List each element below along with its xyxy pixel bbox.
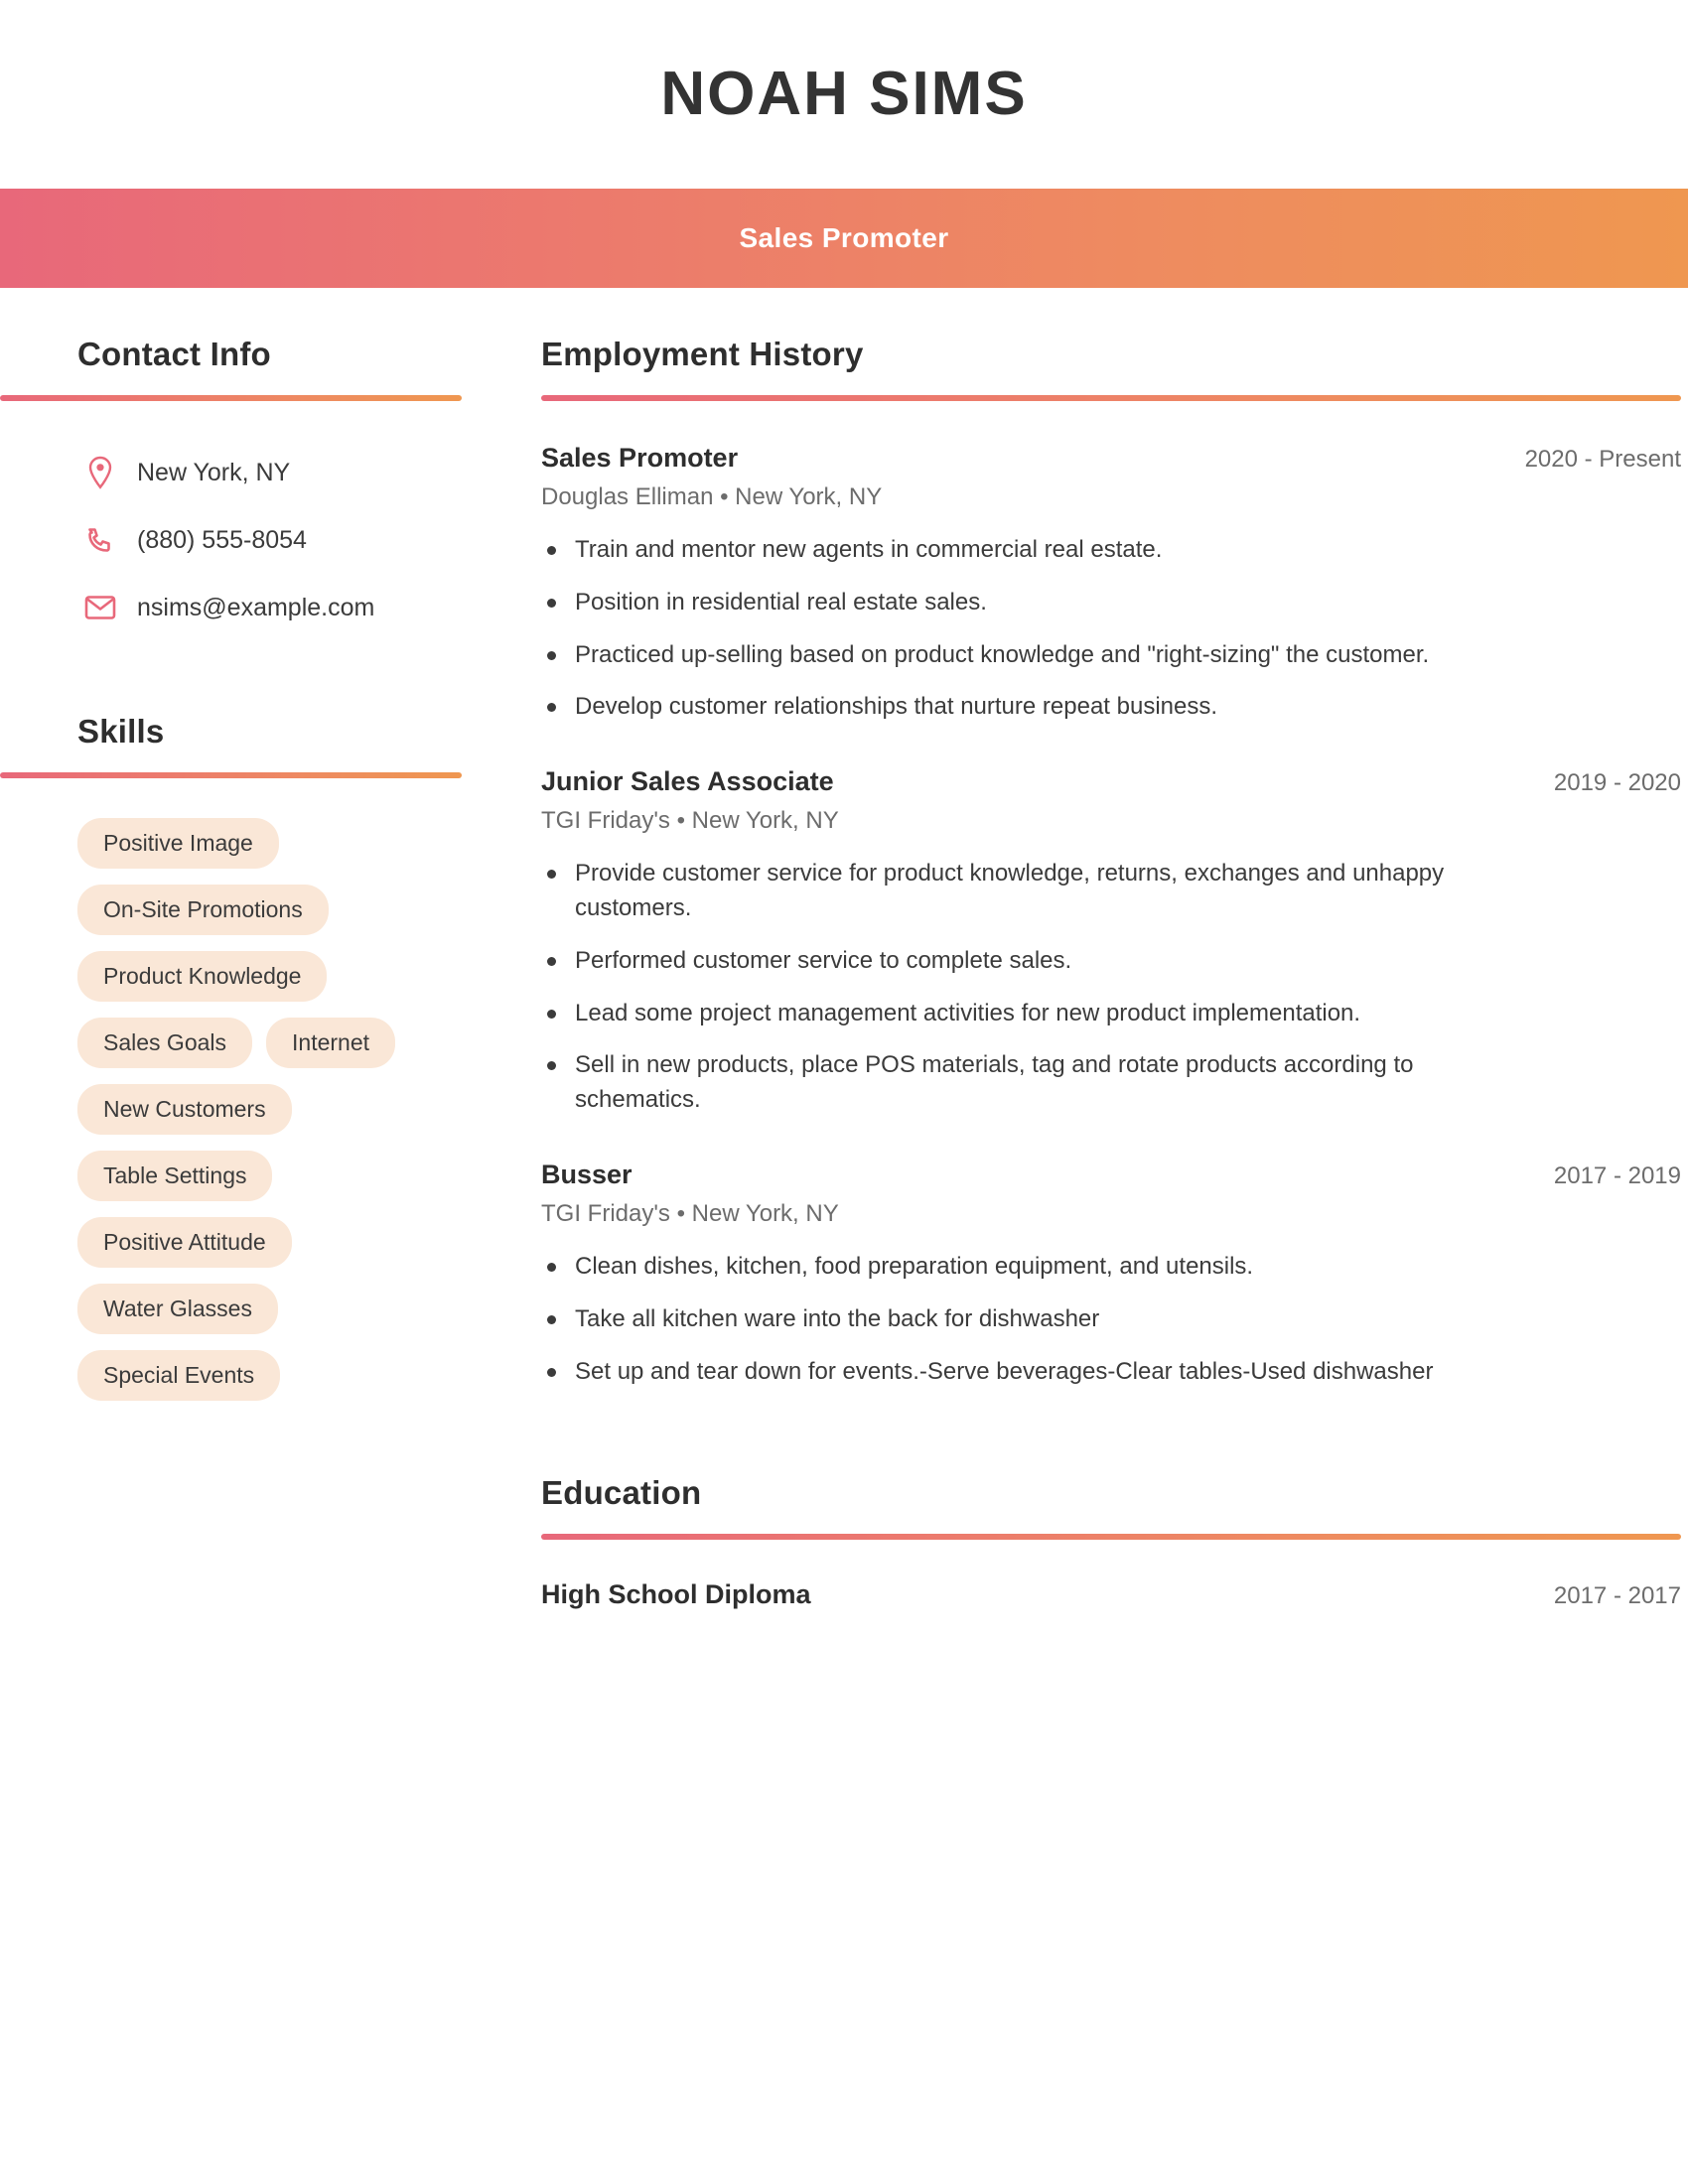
candidate-job-title: Sales Promoter: [739, 222, 949, 253]
job-dates: 2020 - Present: [1524, 446, 1681, 473]
job-dates: 2017 - 2019: [1553, 1161, 1681, 1189]
contact-location-value: New York, NY: [137, 458, 291, 486]
job-title-band: Sales Promoter: [0, 189, 1688, 288]
job-role: Junior Sales Associate: [541, 766, 834, 797]
job-header: Busser 2017 - 2019: [541, 1160, 1681, 1190]
education-degree: High School Diploma: [541, 1579, 811, 1610]
skill-tag: Water Glasses: [77, 1284, 278, 1335]
job-bullet: Lead some project management activities …: [541, 997, 1544, 1031]
job-bullet: Performed customer service to complete s…: [541, 944, 1544, 979]
skill-tag: Sales Goals: [77, 1018, 253, 1069]
main-column: Employment History Sales Promoter 2020 -…: [541, 336, 1688, 1610]
skill-tag: On-Site Promotions: [77, 885, 329, 936]
contact-phone-value: (880) 555-8054: [137, 525, 307, 554]
job-company-location: Douglas Elliman • New York, NY: [541, 483, 883, 510]
contact-info-heading: Contact Info: [77, 336, 271, 372]
job-entry: Sales Promoter 2020 - Present Douglas El…: [541, 443, 1681, 725]
contact-info-divider: [0, 395, 462, 401]
job-header: Sales Promoter 2020 - Present: [541, 443, 1681, 474]
job-bullet: Provide customer service for product kno…: [541, 857, 1544, 926]
job-bullet: Develop customer relationships that nurt…: [541, 690, 1544, 725]
contact-item-location: New York, NY: [77, 439, 541, 506]
resume-page: NOAH SIMS Sales Promoter Contact Info Ne…: [0, 0, 1688, 2184]
job-bullet: Position in residential real estate sale…: [541, 586, 1544, 620]
job-role: Busser: [541, 1159, 633, 1189]
sidebar: Contact Info New York, NY (880) 555-8054…: [0, 336, 541, 1402]
skills-section: Skills Positive Image On-Site Promotions…: [0, 713, 541, 1402]
job-entry: Busser 2017 - 2019 TGI Friday's • New Yo…: [541, 1160, 1681, 1389]
education-dates: 2017 - 2017: [1553, 1582, 1681, 1610]
job-company-location: TGI Friday's • New York, NY: [541, 807, 839, 835]
envelope-icon: [77, 595, 123, 620]
job-bullet-list: Provide customer service for product kno…: [541, 857, 1681, 1118]
employment-history-divider: [541, 395, 1681, 401]
job-bullet-list: Clean dishes, kitchen, food preparation …: [541, 1250, 1681, 1389]
job-bullet-list: Train and mentor new agents in commercia…: [541, 533, 1681, 725]
skill-tag: Special Events: [77, 1350, 281, 1402]
skill-tag-list: Positive Image On-Site Promotions Produc…: [77, 818, 494, 1402]
job-bullet: Sell in new products, place POS material…: [541, 1048, 1544, 1118]
skill-tag: New Customers: [77, 1084, 292, 1136]
resume-body: Contact Info New York, NY (880) 555-8054…: [0, 288, 1688, 1610]
contact-email-value: nsims@example.com: [137, 593, 375, 621]
employment-history-section: Employment History Sales Promoter 2020 -…: [541, 336, 1681, 1389]
location-pin-icon: [77, 456, 123, 489]
job-bullet: Train and mentor new agents in commercia…: [541, 533, 1544, 568]
job-dates: 2019 - 2020: [1553, 769, 1681, 797]
contact-item-email: nsims@example.com: [77, 574, 541, 641]
skill-tag: Positive Image: [77, 818, 279, 870]
employment-history-heading: Employment History: [541, 336, 864, 372]
education-divider: [541, 1534, 1681, 1541]
job-header: Junior Sales Associate 2019 - 2020: [541, 766, 1681, 797]
job-company-location: TGI Friday's • New York, NY: [541, 1199, 839, 1227]
contact-list: New York, NY (880) 555-8054 nsims@exampl…: [77, 439, 541, 641]
resume-header: NOAH SIMS: [0, 0, 1688, 189]
skills-divider: [0, 772, 462, 778]
contact-item-phone: (880) 555-8054: [77, 506, 541, 574]
job-entry: Junior Sales Associate 2019 - 2020 TGI F…: [541, 766, 1681, 1118]
education-section: Education High School Diploma 2017 - 201…: [541, 1474, 1681, 1610]
education-entry: High School Diploma 2017 - 2017: [541, 1579, 1681, 1610]
education-heading: Education: [541, 1474, 702, 1512]
skill-tag: Product Knowledge: [77, 951, 328, 1003]
job-bullet: Practiced up-selling based on product kn…: [541, 638, 1544, 673]
contact-info-section: Contact Info New York, NY (880) 555-8054…: [0, 336, 541, 641]
skill-tag: Table Settings: [77, 1151, 273, 1202]
job-bullet: Clean dishes, kitchen, food preparation …: [541, 1250, 1544, 1285]
skills-heading: Skills: [77, 713, 165, 750]
phone-icon: [77, 525, 123, 555]
job-bullet: Set up and tear down for events.-Serve b…: [541, 1355, 1544, 1390]
skill-tag: Positive Attitude: [77, 1217, 292, 1269]
job-bullet: Take all kitchen ware into the back for …: [541, 1302, 1544, 1337]
job-role: Sales Promoter: [541, 443, 739, 473]
candidate-name: NOAH SIMS: [660, 60, 1028, 128]
skill-tag: Internet: [266, 1018, 396, 1069]
